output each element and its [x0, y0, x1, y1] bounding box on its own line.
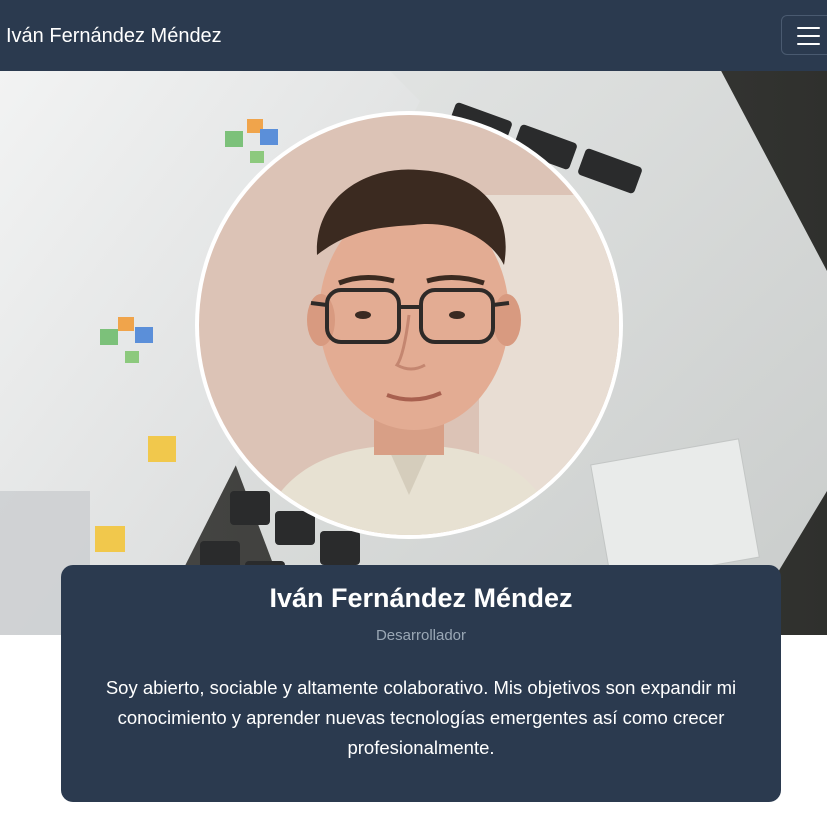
- navbar-brand[interactable]: Iván Fernández Méndez: [6, 24, 222, 48]
- profile-name: Iván Fernández Méndez: [269, 583, 573, 613]
- hero-banner: [0, 71, 827, 635]
- profile-card: Iván Fernández Méndez Desarrollador Soy …: [61, 565, 781, 802]
- navbar: Iván Fernández Méndez: [0, 0, 827, 71]
- avatar-frame: [195, 111, 623, 539]
- profile-role: Desarrollador: [375, 627, 467, 644]
- profile-bio: Soy abierto, sociable y altamente colabo…: [105, 677, 737, 758]
- avatar: [199, 115, 619, 535]
- profile-photo: [199, 115, 619, 535]
- menu-toggle-button[interactable]: [781, 15, 827, 55]
